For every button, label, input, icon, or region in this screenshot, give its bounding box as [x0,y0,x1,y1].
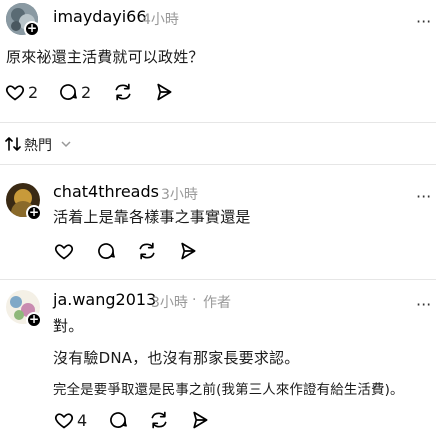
divider [0,122,436,123]
author-tag: 作者 [203,295,231,311]
separator-dot: · [192,292,197,308]
timestamp: 4小時 [142,12,179,28]
repost-icon[interactable] [149,410,169,430]
reply-text: 完全是要爭取還是民事之前(我第三人來作證有給生活費)。 [53,383,404,398]
sort-icon[interactable] [5,136,21,152]
reply-text: 活着上是靠各樣事之事實還是 [53,208,251,226]
like-icon[interactable] [54,410,74,430]
like-count: 4 [77,411,88,430]
username[interactable]: chat4threads [53,182,159,201]
share-icon[interactable] [154,82,174,102]
reply-text: 對。 [53,317,84,335]
like-icon[interactable] [54,241,74,261]
like-count: 2 [28,83,39,102]
reply-text: 沒有驗DNA，也沒有那家長要求認。 [53,349,300,367]
like-icon[interactable] [5,82,25,102]
more-options-icon[interactable]: ··· [416,12,431,31]
follow-plus-icon[interactable]: + [24,21,40,37]
more-options-icon[interactable]: ··· [416,187,431,206]
sort-label[interactable]: 熱門 [24,135,52,155]
reply-icon[interactable] [58,82,78,102]
username[interactable]: ja.wang2013 [53,290,156,309]
reply-icon[interactable] [96,241,116,261]
follow-plus-icon[interactable]: + [26,205,42,221]
follow-plus-icon[interactable]: + [26,312,42,328]
post-text: 原來祕還主活費就可以政姓？ [6,48,204,66]
timestamp: 3小時 [161,187,198,203]
share-icon[interactable] [190,410,210,430]
divider [0,164,436,165]
reply-count: 2 [81,83,92,102]
repost-icon[interactable] [137,241,157,261]
chevron-down-icon[interactable] [61,139,71,149]
username[interactable]: imaydayi66 [53,7,147,26]
timestamp: 3小時 [151,295,188,311]
divider [0,279,436,280]
share-icon[interactable] [178,241,198,261]
reply-icon[interactable] [108,410,128,430]
more-options-icon[interactable]: ··· [416,295,431,314]
repost-icon[interactable] [113,82,133,102]
